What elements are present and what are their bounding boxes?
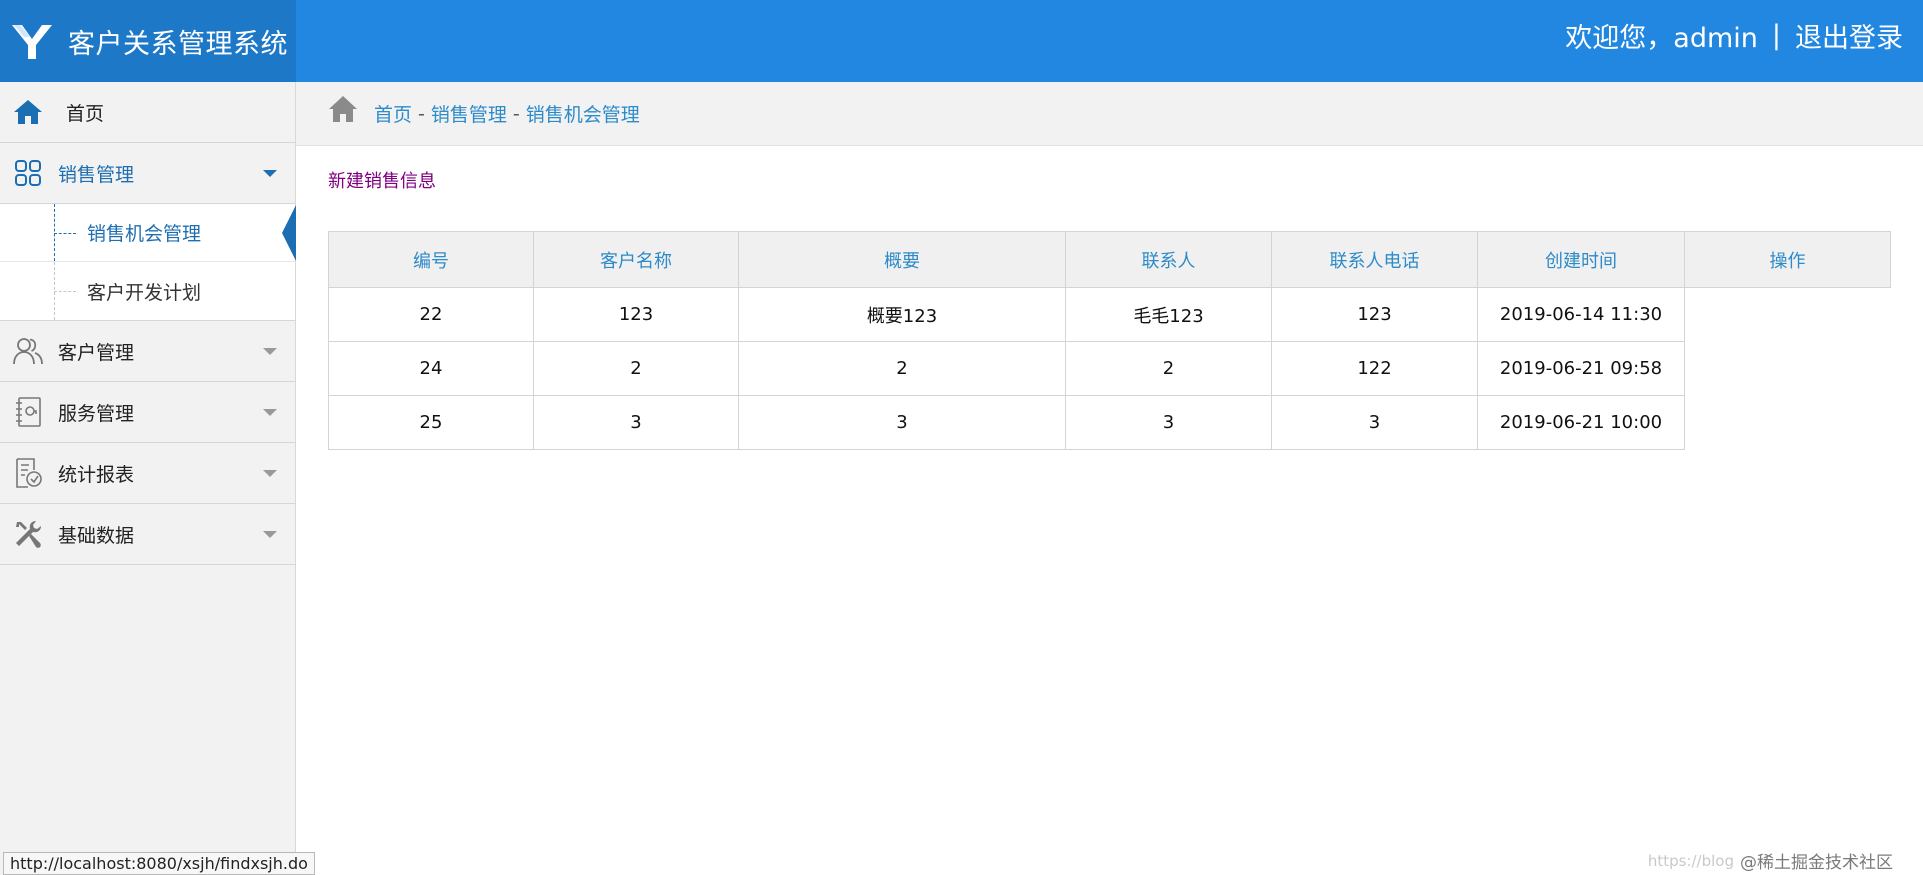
tree-line	[54, 291, 76, 292]
header-separator: |	[1771, 19, 1781, 51]
chevron-down-icon	[263, 531, 277, 538]
brand: 客户关系管理系统	[0, 0, 296, 82]
cell-id: 24	[328, 341, 534, 396]
cell-contact: 2	[1065, 341, 1272, 396]
cell-customer: 3	[533, 395, 739, 450]
cell-phone: 122	[1271, 341, 1478, 396]
grid-icon	[12, 157, 44, 189]
welcome-text: 欢迎您，admin	[1565, 22, 1758, 54]
sidebar-item-basedata[interactable]: 基础数据	[0, 504, 295, 565]
sidebar-item-sales[interactable]: 销售管理	[0, 143, 295, 204]
cell-created: 2019-06-14 11:30	[1477, 287, 1685, 342]
cell-summary: 概要123	[738, 287, 1066, 342]
breadcrumb-item-home[interactable]: 首页	[374, 100, 412, 127]
column-header: 联系人电话	[1271, 231, 1478, 288]
sidebar-item-label: 基础数据	[58, 524, 135, 547]
cell-phone: 3	[1271, 395, 1478, 450]
main-content: 首页 - 销售管理 - 销售机会管理 新建销售信息 编号 客户名称 概要 联系人…	[296, 82, 1923, 875]
table-header-row: 编号 客户名称 概要 联系人 联系人电话 创建时间 操作	[328, 231, 1891, 288]
tools-icon	[12, 518, 44, 550]
sidebar-subitem-label: 销售机会管理	[87, 223, 202, 245]
cell-id: 22	[328, 287, 534, 342]
table-row: 25 3 3 3 3 2019-06-21 10:00	[328, 395, 1891, 450]
sidebar-item-label: 销售管理	[58, 163, 135, 186]
users-icon	[12, 335, 44, 367]
breadcrumb-trail: 首页 - 销售管理 - 销售机会管理	[374, 100, 640, 127]
cell-summary: 2	[738, 341, 1066, 396]
column-header: 创建时间	[1477, 231, 1685, 288]
sidebar-subitem-label: 客户开发计划	[87, 281, 202, 304]
tree-line	[54, 233, 76, 234]
sidebar-item-label: 客户管理	[58, 341, 135, 364]
sidebar-subitem-dev-plan[interactable]: 客户开发计划	[0, 262, 295, 320]
app-title: 客户关系管理系统	[68, 28, 288, 60]
new-sales-link[interactable]: 新建销售信息	[328, 167, 436, 193]
cell-customer: 123	[533, 287, 739, 342]
home-icon	[12, 96, 44, 128]
cell-created: 2019-06-21 10:00	[1477, 395, 1685, 450]
cell-customer: 2	[533, 341, 739, 396]
browser-status-bar: http://localhost:8080/xsjh/findxsjh.do	[3, 852, 315, 875]
table-row: 24 2 2 2 122 2019-06-21 09:58	[328, 341, 1891, 396]
cell-actions	[1684, 395, 1891, 450]
notebook-icon	[12, 396, 44, 428]
breadcrumb-separator: -	[418, 102, 425, 125]
active-pointer-icon	[282, 205, 296, 261]
sidebar-item-label: 统计报表	[58, 463, 135, 486]
sidebar-subitem-sales-opportunity[interactable]: 销售机会管理	[0, 204, 296, 262]
sales-submenu: 销售机会管理 客户开发计划	[0, 204, 296, 321]
watermark-text: @稀土掘金技术社区	[1740, 853, 1893, 873]
column-header: 联系人	[1065, 231, 1272, 288]
cell-id: 25	[328, 395, 534, 450]
sidebar: 首页 销售管理 销售机会管理 客户开发计划 客户管理 服务管理 统计报表 基础数…	[0, 82, 296, 875]
cell-actions	[1684, 287, 1891, 342]
chevron-down-icon	[263, 170, 277, 177]
chevron-down-icon	[263, 348, 277, 355]
sidebar-item-reports[interactable]: 统计报表	[0, 443, 295, 504]
column-header: 编号	[328, 231, 534, 288]
breadcrumb-item-sales[interactable]: 销售管理	[431, 100, 507, 127]
breadcrumb-separator: -	[512, 102, 520, 125]
top-header: 客户关系管理系统 欢迎您，admin | 退出登录	[0, 0, 1923, 82]
sidebar-item-service[interactable]: 服务管理	[0, 382, 295, 443]
logo-icon	[12, 25, 52, 59]
sidebar-item-label: 首页	[66, 102, 105, 125]
cell-actions	[1684, 341, 1891, 396]
logout-link[interactable]: 退出登录	[1795, 16, 1903, 55]
report-icon	[12, 457, 44, 489]
sidebar-item-home[interactable]: 首页	[0, 82, 295, 143]
column-header: 概要	[738, 231, 1066, 288]
sidebar-item-label: 服务管理	[58, 402, 135, 425]
chevron-down-icon	[263, 409, 277, 416]
cell-created: 2019-06-21 09:58	[1477, 341, 1685, 396]
user-area: 欢迎您，admin | 退出登录	[1565, 0, 1903, 70]
breadcrumb: 首页 - 销售管理 - 销售机会管理	[296, 82, 1923, 146]
column-header: 客户名称	[533, 231, 739, 288]
cell-contact: 3	[1065, 395, 1272, 450]
sidebar-item-customer[interactable]: 客户管理	[0, 321, 295, 382]
watermark-url: https://blog	[1647, 851, 1734, 870]
cell-summary: 3	[738, 395, 1066, 450]
cell-contact: 毛毛123	[1065, 287, 1272, 342]
watermark: https://blog @稀土掘金技术社区	[1647, 848, 1893, 874]
chevron-down-icon	[263, 470, 277, 477]
cell-phone: 123	[1271, 287, 1478, 342]
sales-table: 编号 客户名称 概要 联系人 联系人电话 创建时间 操作 22 123 概要12…	[328, 231, 1891, 450]
table-row: 22 123 概要123 毛毛123 123 2019-06-14 11:30	[328, 287, 1891, 342]
home-icon	[329, 95, 357, 122]
breadcrumb-item-current[interactable]: 销售机会管理	[526, 100, 640, 127]
column-header: 操作	[1684, 231, 1891, 288]
